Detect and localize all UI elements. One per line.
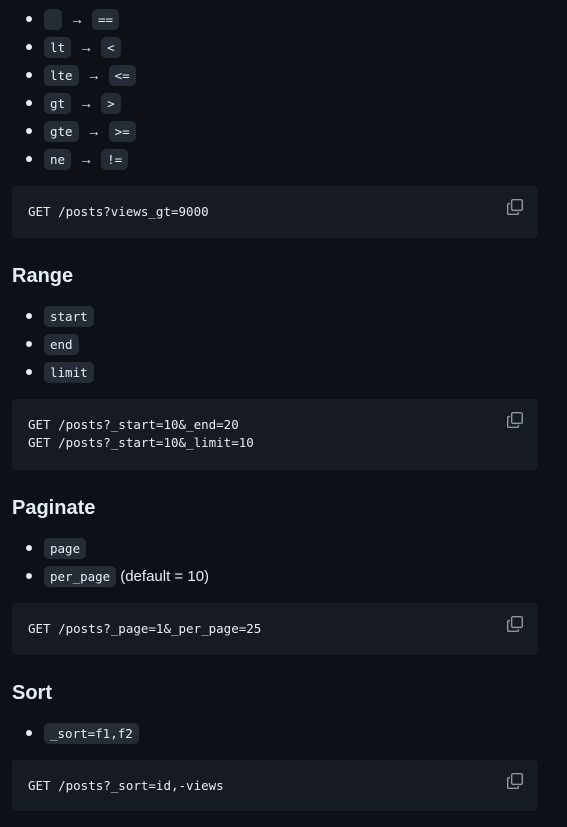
arrow: → [79, 39, 94, 55]
document: → == lt → < lte → <= gt → > gte → >= ne … [0, 0, 567, 827]
operator-code [44, 8, 62, 30]
arrow: → [79, 151, 94, 167]
symbol-code: <= [108, 64, 136, 86]
paginate-list: page per_page (default = 10) [0, 534, 209, 590]
symbol-code: != [101, 148, 129, 170]
param-code: start [44, 305, 94, 327]
code-line: GET /posts?views_gt=9000 [28, 204, 209, 219]
symbol-code: > [101, 92, 121, 114]
symbol-code: == [92, 8, 120, 30]
arrow: → [86, 123, 101, 139]
range-list: start end limit [0, 302, 94, 386]
arrow: → [70, 11, 84, 27]
symbol-code: < [101, 36, 121, 58]
code-block-paginate: GET /posts?_page=1&_per_page=25 [12, 603, 538, 655]
code-line: GET /posts?_start=10&_limit=10 [28, 435, 254, 450]
list-item: per_page (default = 10) [0, 562, 209, 590]
param-code: per_page [44, 565, 117, 587]
param-code: page [44, 537, 87, 559]
sort-list: _sort=f1,f2 [0, 719, 139, 747]
arrow: → [86, 67, 101, 83]
list-item: lt → < [0, 33, 136, 61]
code-line: GET /posts?_page=1&_per_page=25 [28, 621, 262, 636]
code-line: GET /posts?_sort=id,-views [28, 778, 224, 793]
code-line: GET /posts?_start=10&_end=20 [28, 417, 239, 432]
list-item: page [0, 534, 209, 562]
list-item: gt → > [0, 89, 136, 117]
list-item: gte → >= [0, 117, 136, 145]
code-block-sort: GET /posts?_sort=id,-views [12, 760, 538, 811]
operator-code: ne [44, 148, 72, 170]
param-code: _sort=f1,f2 [44, 722, 139, 744]
copy-icon[interactable] [506, 411, 524, 429]
symbol-code: >= [108, 120, 136, 142]
code-block-range: GET /posts?_start=10&_end=20 GET /posts?… [12, 399, 538, 470]
operator-code: gt [44, 92, 72, 114]
operator-code: lte [44, 64, 79, 86]
heading-paginate: Paginate [12, 497, 96, 519]
list-item: limit [0, 358, 94, 386]
list-item: _sort=f1,f2 [0, 719, 139, 747]
copy-icon[interactable] [506, 772, 524, 790]
list-item: lte → <= [0, 61, 136, 89]
heading-sort: Sort [12, 682, 52, 704]
code-block-operators: GET /posts?views_gt=9000 [12, 186, 538, 238]
param-code: end [44, 333, 79, 355]
operator-code: gte [44, 120, 79, 142]
copy-icon[interactable] [506, 615, 524, 633]
operator-code: lt [44, 36, 72, 58]
list-item: end [0, 330, 94, 358]
list-item: ne → != [0, 145, 136, 173]
list-item: start [0, 302, 94, 330]
param-note: (default = 10) [120, 567, 210, 585]
param-code: limit [44, 361, 94, 383]
operators-list: → == lt → < lte → <= gt → > gte → >= ne … [0, 5, 136, 173]
arrow: → [79, 95, 94, 111]
copy-icon[interactable] [506, 198, 524, 216]
heading-range: Range [12, 265, 74, 287]
list-item: → == [0, 5, 136, 33]
